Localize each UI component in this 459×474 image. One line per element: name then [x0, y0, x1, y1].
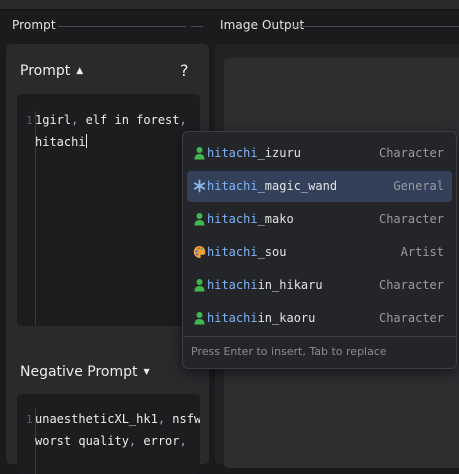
negative-token: nsfw: [165, 412, 200, 426]
autocomplete-hint: Press Enter to insert, Tab to replace: [191, 345, 387, 358]
prompt-panel-title: Prompt: [12, 18, 56, 32]
palette-icon: [193, 246, 206, 258]
title-divider: [293, 26, 459, 27]
tag-rest: in_kaoru: [257, 311, 316, 325]
negative-prompt-section-header[interactable]: Negative Prompt ▼: [20, 364, 150, 380]
prompt-label: Prompt: [20, 63, 71, 79]
negative-separator: ,: [157, 412, 166, 426]
dropdown-divider: [183, 336, 456, 337]
person-icon: [194, 147, 205, 160]
tag-match: hitachi: [207, 278, 258, 292]
negative-token: worst quality: [35, 434, 129, 448]
tag-rest: _magic_wand: [257, 179, 338, 193]
autocomplete-item[interactable]: hitachiin_hikaru Character: [187, 270, 452, 301]
person-icon: [194, 279, 205, 292]
text-cursor: [85, 134, 87, 148]
negative-separator: ,: [179, 434, 187, 448]
autocomplete-item[interactable]: hitachi_izuru Character: [187, 138, 452, 169]
prompt-token: hitachi: [35, 135, 86, 149]
line-number: 1: [26, 114, 33, 127]
prompt-token: 1girl: [35, 113, 72, 127]
tag-match: hitachi: [207, 212, 258, 226]
autocomplete-item[interactable]: hitachi_sou Artist: [187, 237, 452, 268]
asterisk-icon: [193, 179, 206, 193]
autocomplete-item-selected[interactable]: hitachi_magic_wand General: [187, 171, 452, 202]
top-bar-border: [0, 9, 459, 10]
autocomplete-tag: hitachiin_hikaru: [207, 278, 323, 292]
autocomplete-tag: hitachiin_kaoru: [207, 311, 315, 325]
autocomplete-item[interactable]: hitachiin_kaoru Character: [187, 303, 452, 334]
autocomplete-dropdown: hitachi_izuru Character hitachi_magic_wa…: [182, 131, 457, 369]
top-bar: [0, 0, 459, 9]
autocomplete-tag: hitachi_sou: [207, 245, 286, 259]
tag-category: Character: [378, 212, 444, 226]
person-icon: [194, 312, 205, 325]
autocomplete-tag: hitachi_mako: [207, 212, 294, 226]
autocomplete-tag: hitachi_izuru: [207, 146, 301, 160]
tag-rest: _sou: [257, 245, 287, 259]
tag-match: hitachi: [207, 146, 258, 160]
autocomplete-item[interactable]: hitachi_mako Character: [187, 204, 452, 235]
prompt-section-header[interactable]: Prompt ▲: [20, 63, 83, 79]
tag-category: Character: [378, 311, 444, 325]
tag-category: Character: [378, 146, 444, 160]
tag-category: Artist: [400, 245, 444, 259]
prompt-editor[interactable]: 1 1girl, elf in forest, hitachi: [17, 94, 200, 326]
negative-prompt-text[interactable]: unaestheticXL_hk1, nsfw, worst quality, …: [35, 408, 200, 452]
tag-category: Character: [378, 278, 444, 292]
image-output-title: Image Output: [220, 18, 305, 32]
prompt-text[interactable]: 1girl, elf in forest, hitachi: [35, 109, 187, 153]
tag-rest: in_hikaru: [257, 278, 323, 292]
negative-prompt-label: Negative Prompt: [20, 364, 138, 380]
autocomplete-tag: hitachi_magic_wand: [207, 179, 337, 193]
tag-category: General: [393, 179, 444, 193]
tag-match: hitachi: [207, 245, 258, 259]
person-icon: [194, 213, 205, 226]
help-icon[interactable]: ?: [180, 61, 189, 80]
title-divider: [58, 26, 186, 27]
negative-token: error: [136, 434, 180, 448]
tag-match: hitachi: [207, 311, 258, 325]
title-divider: [191, 26, 203, 27]
negative-prompt-editor[interactable]: 1 unaestheticXL_hk1, nsfw, worst quality…: [17, 394, 200, 474]
prompt-token: elf in forest: [78, 113, 180, 127]
line-number: 1: [26, 413, 33, 426]
tag-rest: _izuru: [257, 146, 301, 160]
collapse-down-icon[interactable]: ▼: [144, 367, 150, 376]
prompt-separator: ,: [179, 113, 187, 127]
tag-rest: _mako: [257, 212, 294, 226]
collapse-up-icon[interactable]: ▲: [76, 66, 83, 76]
tag-match: hitachi: [207, 179, 258, 193]
negative-token: unaestheticXL_hk1: [35, 412, 158, 426]
